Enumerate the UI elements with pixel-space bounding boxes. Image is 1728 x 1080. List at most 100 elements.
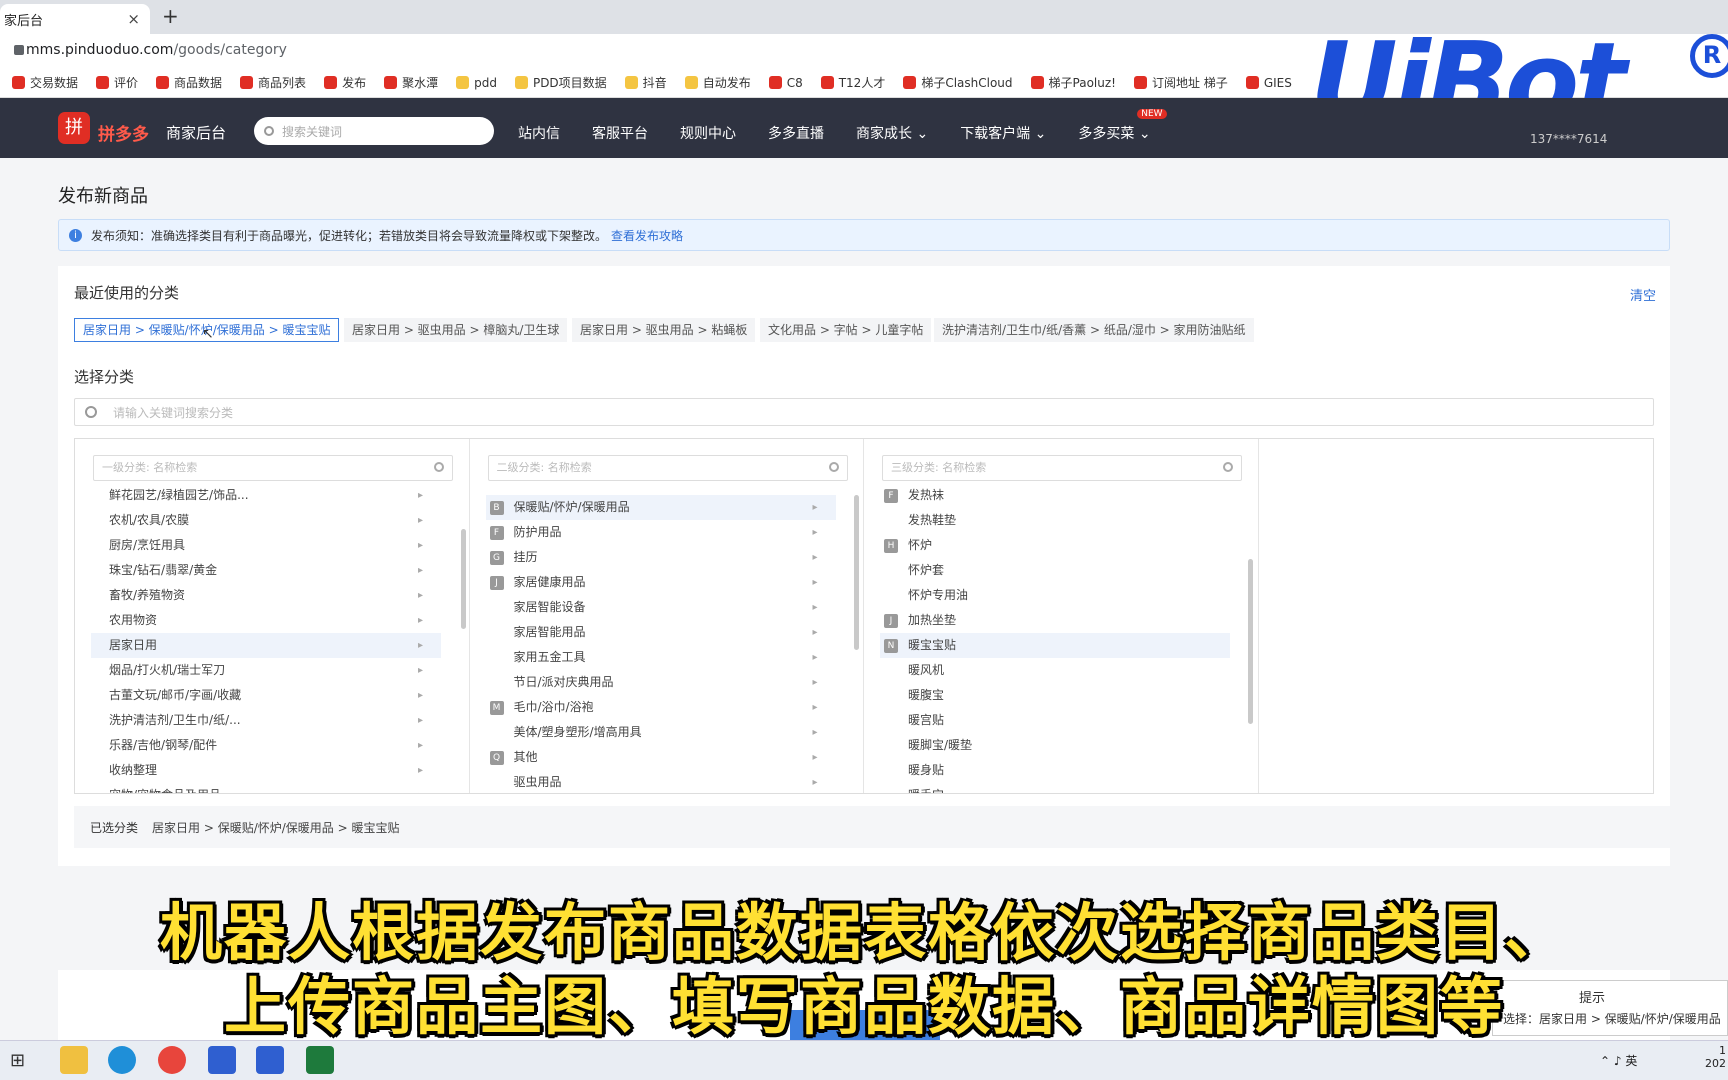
category-item[interactable]: 驱虫用品 ▸ — [486, 770, 836, 793]
nav-grocery[interactable]: 多多买菜 ⌄ NEW — [1078, 109, 1167, 143]
close-tab-icon[interactable]: × — [127, 10, 140, 28]
excel-app-icon[interactable] — [306, 1046, 334, 1074]
browser-tab[interactable]: 家后台 × — [0, 4, 150, 34]
nav-customer-service[interactable]: 客服平台 — [592, 123, 648, 143]
bookmark-item[interactable]: T12人才 — [820, 74, 886, 91]
category-item[interactable]: 暖腹宝 — [880, 683, 1230, 708]
system-tray[interactable]: ⌃ ♪ 英 — [1600, 1052, 1637, 1069]
category-item[interactable]: 家用五金工具 ▸ — [486, 645, 836, 670]
file-explorer-icon[interactable] — [60, 1046, 88, 1074]
nav-rules-center[interactable]: 规则中心 — [680, 123, 736, 143]
clear-recent-button[interactable]: 清空 — [1630, 285, 1656, 304]
category-item[interactable]: F 防护用品 ▸ — [486, 520, 836, 545]
taskbar-clock[interactable]: 1 202 — [1682, 1044, 1726, 1070]
category-item[interactable]: 厨房/烹饪用具 ▸ — [91, 533, 441, 558]
clock-date: 202 — [1705, 1057, 1726, 1070]
nav-download-client[interactable]: 下载客户端 ⌄ — [960, 123, 1046, 143]
category-label: 畜牧/养殖物资 — [109, 588, 186, 602]
category-item[interactable]: N 暖宝宝贴 — [880, 633, 1230, 658]
bookmark-item[interactable]: 评价 — [96, 74, 138, 91]
bookmark-item[interactable]: pdd — [456, 76, 497, 90]
category-item[interactable]: 怀炉专用油 — [880, 583, 1230, 608]
task-view-icon[interactable]: ⊞ — [10, 1050, 38, 1078]
nav-inbox[interactable]: 站内信 — [518, 123, 560, 143]
bookmark-item[interactable]: 自动发布 — [684, 74, 751, 91]
bookmark-item[interactable]: 抖音 — [624, 74, 667, 91]
uibot-app-icon[interactable] — [208, 1046, 236, 1074]
url-text[interactable]: mms.pinduoduo.com/goods/category — [26, 42, 287, 58]
header-search-input[interactable]: 搜索关键词 — [254, 117, 494, 145]
category-item[interactable]: G 挂历 ▸ — [486, 545, 836, 570]
recent-chip[interactable]: 居家日用 > 驱虫用品 > 樟脑丸/卫生球 — [344, 318, 568, 342]
bookmark-item[interactable]: GIES — [1245, 76, 1292, 90]
account-phone[interactable]: 137****7614 — [1530, 132, 1607, 146]
bookmark-item[interactable]: 商品列表 — [240, 74, 306, 91]
bookmark-item[interactable]: 聚水潭 — [384, 74, 438, 91]
category-item[interactable]: 暖风机 — [880, 658, 1230, 683]
category-item[interactable]: J 家居健康用品 ▸ — [486, 570, 836, 595]
level2-scrollbar[interactable] — [853, 495, 859, 650]
category-label: 珠宝/钻石/翡翠/黄金 — [109, 563, 218, 577]
header-search-placeholder: 搜索关键词 — [282, 124, 343, 139]
category-item[interactable]: 家居智能设备 ▸ — [486, 595, 836, 620]
bookmark-label: T12人才 — [838, 76, 886, 90]
search-icon — [264, 126, 274, 136]
category-item[interactable]: 农机/农具/农膜 ▸ — [91, 508, 441, 533]
category-item[interactable]: H 怀炉 — [880, 533, 1230, 558]
category-item[interactable]: 古董文玩/邮币/字画/收藏 ▸ — [91, 683, 441, 708]
category-item[interactable]: 乐器/吉他/钢琴/配件 ▸ — [91, 733, 441, 758]
category-item[interactable]: Q 其他 ▸ — [486, 745, 836, 770]
level1-search-input[interactable]: 一级分类: 名称检索 — [93, 455, 453, 481]
bookmark-item[interactable]: 商品数据 — [156, 74, 222, 91]
chrome-browser-icon[interactable] — [158, 1046, 186, 1074]
category-label: 洗护清洁剂/卫生巾/纸/... — [109, 713, 241, 727]
publish-guide-link[interactable]: 查看发布攻略 — [611, 227, 683, 244]
recent-chip[interactable]: 居家日用 > 驱虫用品 > 粘蝇板 — [572, 318, 756, 342]
level1-scrollbar[interactable] — [461, 529, 466, 629]
category-item[interactable]: 节日/派对庆典用品 ▸ — [486, 670, 836, 695]
category-item[interactable]: 暖手宝 — [880, 783, 1230, 793]
category-label: 家居健康用品 — [513, 575, 586, 589]
new-tab-icon[interactable]: + — [162, 4, 179, 28]
nav-live[interactable]: 多多直播 — [768, 123, 824, 143]
recent-chip[interactable]: 文化用品 > 字帖 > 儿童字帖 — [760, 318, 932, 342]
category-item[interactable]: J 加热坐垫 — [880, 608, 1230, 633]
category-item[interactable]: 宠物/宠物食品及用品 ▸ — [91, 783, 441, 793]
category-item[interactable]: 居家日用 ▸ — [91, 633, 441, 658]
category-item[interactable]: 家居智能用品 ▸ — [486, 620, 836, 645]
category-item[interactable]: 畜牧/养殖物资 ▸ — [91, 583, 441, 608]
info-icon: i — [69, 229, 82, 242]
category-item[interactable]: 美体/塑身塑形/增高用具 ▸ — [486, 720, 836, 745]
bookmark-item[interactable]: 发布 — [324, 74, 366, 91]
input-language[interactable]: 英 — [1625, 1054, 1637, 1068]
bookmark-item[interactable]: 梯子Paoluz! — [1030, 74, 1116, 91]
category-item[interactable]: 暖脚宝/暖垫 — [880, 733, 1230, 758]
nav-growth[interactable]: 商家成长 ⌄ — [856, 123, 928, 143]
bookmark-item[interactable]: PDD项目数据 — [514, 74, 607, 91]
category-search-input[interactable]: 请输入关键词搜索分类 — [74, 398, 1654, 426]
category-item[interactable]: 鲜花园艺/绿植园艺/饰品... ▸ — [91, 483, 441, 508]
category-item[interactable]: 收纳整理 ▸ — [91, 758, 441, 783]
category-item[interactable]: B 保暖贴/怀炉/保暖用品 ▸ — [485, 495, 836, 520]
category-item[interactable]: 怀炉套 — [880, 558, 1230, 583]
bookmark-item[interactable]: C8 — [768, 76, 803, 90]
category-item[interactable]: M 毛巾/浴巾/浴袍 ▸ — [486, 695, 836, 720]
category-item[interactable]: 暖宫贴 — [880, 708, 1230, 733]
category-item[interactable]: F 发热袜 — [880, 483, 1230, 508]
category-item[interactable]: 珠宝/钻石/翡翠/黄金 ▸ — [91, 558, 441, 583]
category-item[interactable]: 暖身贴 — [880, 758, 1230, 783]
bookmark-item[interactable]: 订阅地址 梯子 — [1133, 74, 1228, 91]
category-item[interactable]: 发热鞋垫 — [880, 508, 1230, 533]
category-item[interactable]: 洗护清洁剂/卫生巾/纸/... ▸ — [91, 708, 441, 733]
category-item[interactable]: 农用物资 ▸ — [91, 608, 441, 633]
level2-search-input[interactable]: 二级分类: 名称检索 — [487, 455, 848, 481]
chevron-right-icon: ▸ — [812, 677, 818, 688]
bookmark-item[interactable]: 梯子ClashCloud — [903, 74, 1013, 91]
bookmark-item[interactable]: 交易数据 — [12, 74, 78, 91]
level3-scrollbar[interactable] — [1248, 559, 1253, 724]
uibot-app-icon-2[interactable] — [256, 1046, 284, 1074]
edge-browser-icon[interactable] — [108, 1046, 136, 1074]
recent-chip[interactable]: 洗护清洁剂/卫生巾/纸/香薰 > 纸品/湿巾 > 家用防油贴纸 — [934, 318, 1254, 342]
category-item[interactable]: 烟品/打火机/瑞士军刀 ▸ — [91, 658, 441, 683]
level3-search-input[interactable]: 三级分类: 名称检索 — [882, 455, 1242, 481]
